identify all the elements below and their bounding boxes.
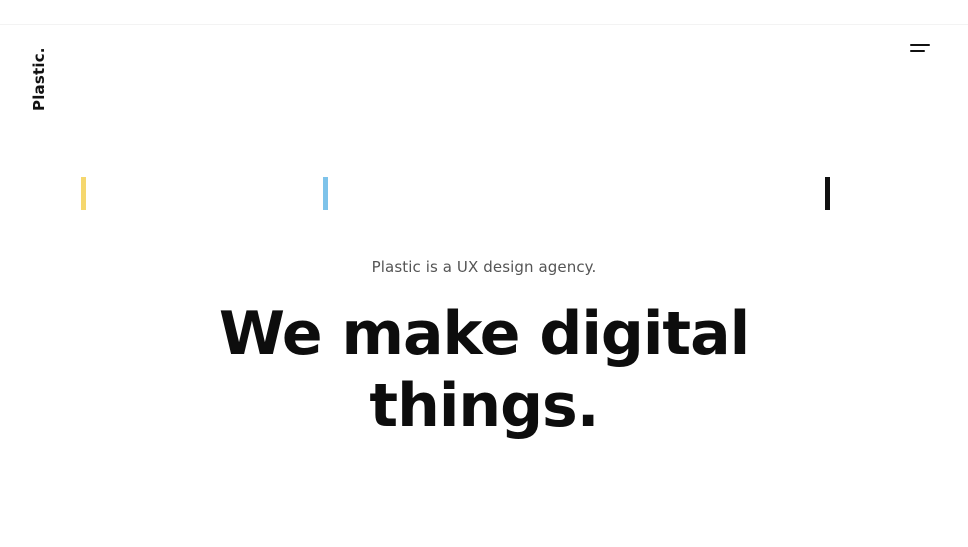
hamburger-menu-icon[interactable]: [908, 42, 932, 56]
hero-tagline: Plastic is a UX design agency.: [371, 258, 597, 276]
menu-line-top: [910, 44, 930, 46]
blue-accent-bar: [323, 177, 328, 210]
menu-line-bottom: [910, 50, 925, 52]
black-accent-bar: [825, 177, 830, 210]
logo[interactable]: Plastic.: [30, 47, 48, 111]
headline-line-2: things.: [369, 371, 599, 441]
hero-headline: We make digital things.: [0, 298, 968, 442]
headline-line-1: We make digital: [218, 299, 750, 369]
top-bar: [0, 0, 968, 25]
yellow-accent-bar: [81, 177, 86, 210]
